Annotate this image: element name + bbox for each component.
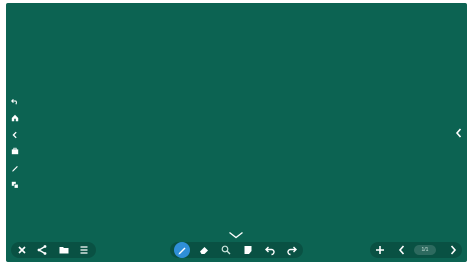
chevron-right-icon[interactable] — [446, 243, 460, 257]
select-icon[interactable] — [219, 243, 233, 257]
chevron-down-icon[interactable] — [228, 231, 244, 239]
eraser-icon[interactable] — [197, 243, 211, 257]
layers-icon[interactable] — [11, 181, 19, 189]
home-icon[interactable] — [11, 114, 19, 122]
bottom-left-toolbar — [11, 242, 96, 258]
page-navigation: 1/1 — [370, 242, 462, 258]
chevron-left-icon[interactable] — [395, 243, 409, 257]
redo-icon[interactable] — [285, 243, 299, 257]
pen-icon[interactable] — [11, 164, 19, 172]
menu-icon[interactable] — [77, 243, 91, 257]
chevron-left-icon[interactable] — [11, 131, 19, 139]
undo-icon[interactable] — [263, 243, 277, 257]
close-icon[interactable] — [15, 243, 29, 257]
note-icon[interactable] — [241, 243, 255, 257]
plus-icon[interactable] — [373, 243, 387, 257]
bottom-center-toolbar — [170, 242, 303, 258]
whiteboard-canvas[interactable]: 1/1 — [6, 3, 467, 262]
page-indicator: 1/1 — [414, 245, 436, 255]
share-icon[interactable] — [35, 243, 49, 257]
pen-icon[interactable] — [175, 243, 189, 257]
toolbox-icon[interactable] — [11, 147, 19, 155]
chevron-left-icon[interactable] — [455, 128, 463, 138]
folder-icon[interactable] — [57, 243, 71, 257]
undo-icon[interactable] — [11, 97, 19, 105]
